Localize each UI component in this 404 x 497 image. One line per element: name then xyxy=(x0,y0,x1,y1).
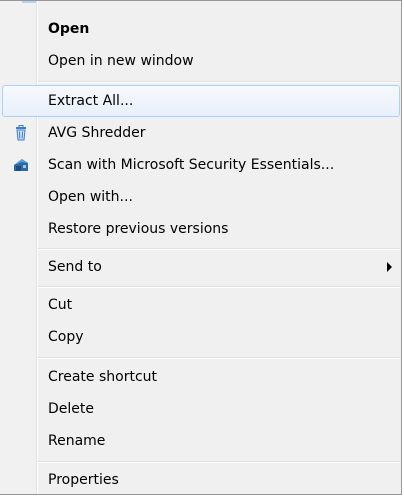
menu-item-label: Cut xyxy=(48,297,73,313)
menu-item-label: AVG Shredder xyxy=(48,125,146,141)
menu-separator xyxy=(38,286,400,288)
menu-item-open-in-new-window[interactable]: Open in new window xyxy=(2,45,400,77)
menu-item-label: Delete xyxy=(48,401,94,417)
menu-item-copy[interactable]: Copy xyxy=(2,321,400,353)
menu-item-label: Extract All... xyxy=(48,93,134,109)
menu-item-label: Scan with Microsoft Security Essentials.… xyxy=(48,157,335,173)
menu-item-properties[interactable]: Properties xyxy=(2,464,400,496)
menu-item-label: Open xyxy=(48,21,90,37)
menu-separator xyxy=(38,248,400,250)
menu-item-send-to[interactable]: Send to xyxy=(2,251,400,283)
menu-item-label: Copy xyxy=(48,329,84,345)
menu-item-delete[interactable]: Delete xyxy=(2,393,400,425)
menu-item-label: Open in new window xyxy=(48,53,194,69)
security-essentials-house-icon xyxy=(14,159,28,171)
menu-item-label: Open with... xyxy=(48,189,133,205)
menu-separator xyxy=(38,81,400,83)
menu-item-open[interactable]: Open xyxy=(2,13,400,45)
menu-item-label: Properties xyxy=(48,472,119,488)
menu-item-restore-previous-versions[interactable]: Restore previous versions xyxy=(2,213,400,245)
menu-item-scan-security-essentials[interactable]: Scan with Microsoft Security Essentials.… xyxy=(2,149,400,181)
context-menu: Open Open in new window Extract All... A… xyxy=(0,0,402,495)
menu-item-label: Restore previous versions xyxy=(48,221,229,237)
menu-separator xyxy=(38,357,400,359)
menu-item-label: Send to xyxy=(48,259,102,275)
menu-separator xyxy=(38,461,400,463)
menu-item-extract-all[interactable]: Extract All... xyxy=(2,85,400,117)
menu-item-avg-shredder[interactable]: AVG Shredder xyxy=(2,117,400,149)
menu-item-label: Create shortcut xyxy=(48,369,158,385)
menu-item-open-with[interactable]: Open with... xyxy=(2,181,400,213)
menu-item-rename[interactable]: Rename xyxy=(2,425,400,457)
menu-item-create-shortcut[interactable]: Create shortcut xyxy=(2,361,400,393)
submenu-arrow-icon xyxy=(387,262,392,272)
menu-item-label: Rename xyxy=(48,433,106,449)
menu-item-cut[interactable]: Cut xyxy=(2,289,400,321)
top-edge-mark xyxy=(22,1,36,3)
shredder-bin-icon xyxy=(16,125,26,141)
